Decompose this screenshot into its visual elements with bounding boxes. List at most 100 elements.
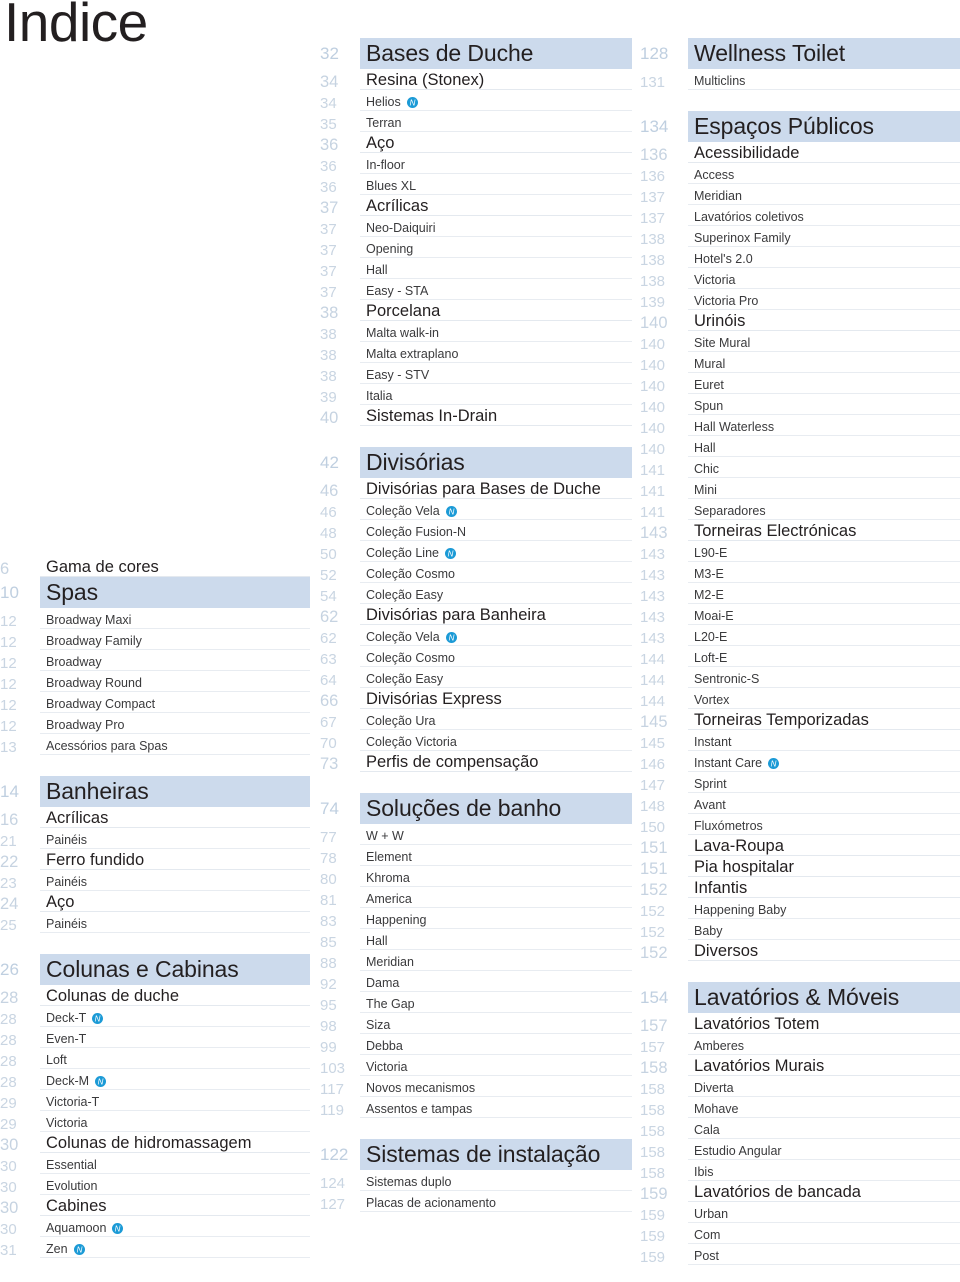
index-entry-ibis[interactable]: 158 Ibis [640,1160,960,1181]
entry-label-area[interactable]: Amberes [688,1034,960,1055]
entry-label-area[interactable]: M2-E [688,583,960,604]
entry-label-area[interactable]: Ferro fundido [40,849,310,870]
entry-label-area[interactable]: Com [688,1223,960,1244]
entry-label-area[interactable]: Broadway Round [40,671,310,692]
section-entry-lavatorios-moveis[interactable]: 154 Lavatórios & Móveis [640,982,960,1013]
index-entry-debba[interactable]: 99 Debba [320,1034,632,1055]
entry-label-area[interactable]: Loft [40,1048,310,1069]
entry-label-area[interactable]: Aquamoon N [40,1216,310,1237]
index-entry-superinox-family[interactable]: 138 Superinox Family [640,226,960,247]
entry-label-area[interactable]: Diversos [688,940,960,961]
index-entry-sprint[interactable]: 147 Sprint [640,772,960,793]
section-entry-sistemas-de-instalacao[interactable]: 122 Sistemas de instalação [320,1139,632,1170]
section-entry-spas[interactable]: 10 Spas [0,577,310,608]
section-entry-banheiras[interactable]: 14 Banheiras [0,776,310,807]
index-entry-colecao-fusion-n[interactable]: 48 Coleção Fusion-N [320,520,632,541]
index-entry-colecao-vela[interactable]: 46 Coleção Vela N [320,499,632,520]
entry-label-area[interactable]: Deck-M N [40,1069,310,1090]
entry-label-area[interactable]: Vortex [688,688,960,709]
index-entry-italia[interactable]: 39 Italia [320,384,632,405]
index-entry-post[interactable]: 159 Post [640,1244,960,1265]
subsection-entry-ferro-fundido[interactable]: 22 Ferro fundido [0,849,310,870]
subsection-entry-urinois[interactable]: 140 Urinóis [640,310,960,331]
subsection-entry-aco[interactable]: 24 Aço [0,891,310,912]
entry-label-area[interactable]: Wellness Toilet [688,38,960,69]
entry-label-area[interactable]: Italia [360,384,632,405]
subsection-entry-cabines[interactable]: 30 Cabines [0,1195,310,1216]
index-entry-loft-e[interactable]: 144 Loft-E [640,646,960,667]
entry-label-area[interactable]: Broadway Family [40,629,310,650]
index-entry-w-w[interactable]: 77 W + W [320,824,632,845]
index-entry-victoria[interactable]: 103 Victoria [320,1055,632,1076]
index-entry-avant[interactable]: 148 Avant [640,793,960,814]
index-entry-diverta[interactable]: 158 Diverta [640,1076,960,1097]
entry-label-area[interactable]: Victoria Pro [688,289,960,310]
entry-label-area[interactable]: Sentronic-S [688,667,960,688]
entry-label-area[interactable]: Victoria [360,1055,632,1076]
subsection-entry-acrilicas[interactable]: 37 Acrílicas [320,195,632,216]
index-entry-element[interactable]: 78 Element [320,845,632,866]
index-entry-terran[interactable]: 35 Terran [320,111,632,132]
index-entry-happening[interactable]: 83 Happening [320,908,632,929]
index-entry-separadores[interactable]: 141 Separadores [640,499,960,520]
index-entry-dama[interactable]: 92 Dama [320,971,632,992]
entry-label-area[interactable]: America [360,887,632,908]
entry-label-area[interactable]: Fluxómetros [688,814,960,835]
entry-label-area[interactable]: Sistemas In-Drain [360,405,632,426]
entry-label-area[interactable]: Lava-Roupa [688,835,960,856]
entry-label-area[interactable]: Aço [360,132,632,153]
index-entry-deck-m[interactable]: 28 Deck-M N [0,1069,310,1090]
index-entry-neo-daiquiri[interactable]: 37 Neo-Daiquiri [320,216,632,237]
entry-label-area[interactable]: Element [360,845,632,866]
entry-label-area[interactable]: Soluções de banho [360,793,632,824]
entry-label-area[interactable]: Porcelana [360,300,632,321]
index-entry-malta-extraplano[interactable]: 38 Malta extraplano [320,342,632,363]
index-entry-victoria[interactable]: 29 Victoria [0,1111,310,1132]
index-entry-m2-e[interactable]: 143 M2-E [640,583,960,604]
entry-label-area[interactable]: Sprint [688,772,960,793]
entry-label-area[interactable]: Coleção Cosmo [360,562,632,583]
entry-label-area[interactable]: L90-E [688,541,960,562]
entry-label-area[interactable]: Resina (Stonex) [360,69,632,90]
entry-label-area[interactable]: Access [688,163,960,184]
subsection-entry-sistemas-in-drain[interactable]: 40 Sistemas In-Drain [320,405,632,426]
entry-label-area[interactable]: Coleção Ura [360,709,632,730]
section-entry-wellness-toilet[interactable]: 128 Wellness Toilet [640,38,960,69]
entry-label-area[interactable]: Coleção Easy [360,583,632,604]
entry-label-area[interactable]: Acessórios para Spas [40,734,310,755]
entry-label-area[interactable]: L20-E [688,625,960,646]
subsection-entry-torneiras-electronicas[interactable]: 143 Torneiras Electrónicas [640,520,960,541]
index-entry-meridian[interactable]: 137 Meridian [640,184,960,205]
entry-label-area[interactable]: Mural [688,352,960,373]
subsection-entry-acessibilidade[interactable]: 136 Acessibilidade [640,142,960,163]
index-entry-paineis[interactable]: 21 Painéis [0,828,310,849]
subsection-entry-resina-stonex[interactable]: 34 Resina (Stonex) [320,69,632,90]
entry-label-area[interactable]: Colunas de hidromassagem [40,1132,310,1153]
entry-label-area[interactable]: Coleção Fusion-N [360,520,632,541]
index-entry-mohave[interactable]: 158 Mohave [640,1097,960,1118]
entry-label-area[interactable]: Novos mecanismos [360,1076,632,1097]
subsection-entry-perfis-de-compensacao[interactable]: 73 Perfis de compensação [320,751,632,772]
index-entry-loft[interactable]: 28 Loft [0,1048,310,1069]
subsection-entry-colunas-de-duche[interactable]: 28 Colunas de duche [0,985,310,1006]
entry-label-area[interactable]: Coleção Victoria [360,730,632,751]
entry-label-area[interactable]: Coleção Line N [360,541,632,562]
entry-label-area[interactable]: Khroma [360,866,632,887]
entry-label-area[interactable]: Meridian [688,184,960,205]
index-entry-hotel-s-2-0[interactable]: 138 Hotel's 2.0 [640,247,960,268]
entry-label-area[interactable]: Coleção Vela N [360,625,632,646]
index-entry-meridian[interactable]: 88 Meridian [320,950,632,971]
entry-label-area[interactable]: Coleção Vela N [360,499,632,520]
entry-label-area[interactable]: Divisórias para Bases de Duche [360,478,632,499]
index-entry-colecao-line[interactable]: 50 Coleção Line N [320,541,632,562]
subsection-entry-gama-de-cores[interactable]: 6 Gama de cores [0,556,310,577]
subsection-entry-porcelana[interactable]: 38 Porcelana [320,300,632,321]
section-entry-bases-de-duche[interactable]: 32 Bases de Duche [320,38,632,69]
index-entry-m3-e[interactable]: 143 M3-E [640,562,960,583]
entry-label-area[interactable]: Chic [688,457,960,478]
entry-label-area[interactable]: Easy - STV [360,363,632,384]
index-entry-colecao-easy[interactable]: 54 Coleção Easy [320,583,632,604]
subsection-entry-divisorias-express[interactable]: 66 Divisórias Express [320,688,632,709]
index-entry-euret[interactable]: 140 Euret [640,373,960,394]
index-entry-hall-waterless[interactable]: 140 Hall Waterless [640,415,960,436]
